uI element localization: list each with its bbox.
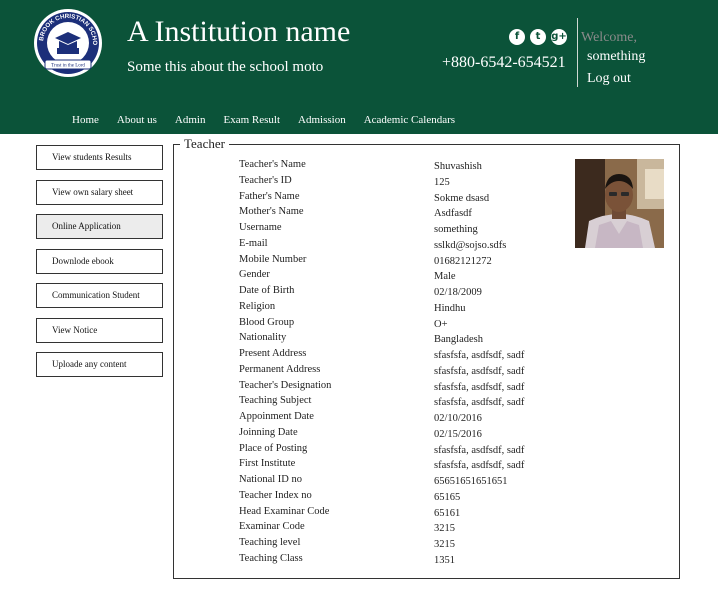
- detail-label: Teaching Class: [239, 552, 303, 564]
- header-divider: [577, 18, 578, 87]
- detail-value: sfasfsfa, asdfsdf, sadf: [434, 444, 525, 456]
- detail-label: Nationality: [239, 332, 287, 344]
- detail-label: Joinning Date: [239, 426, 298, 438]
- detail-value: Shuvashish: [434, 161, 482, 172]
- detail-value: Male: [434, 271, 456, 283]
- detail-value: sfasfsfa, asdfsdf, sadf: [434, 365, 525, 377]
- detail-value: Bangladesh: [434, 334, 483, 346]
- detail-value: 01682121272: [434, 255, 492, 267]
- detail-value: 02/10/2016: [434, 413, 482, 424]
- detail-value: sfasfsfa, asdfsdf, sadf: [434, 381, 525, 393]
- sidebar-item-online-application[interactable]: Online Application: [36, 214, 163, 239]
- detail-label: Teacher's ID: [239, 174, 292, 186]
- detail-label: Religion: [239, 300, 276, 312]
- username-display: something: [587, 49, 646, 64]
- detail-label: Teacher's Designation: [239, 379, 332, 391]
- social-links: f t g+: [509, 29, 567, 45]
- sidebar-item-view-own-salary-sheet[interactable]: View own salary sheet: [36, 179, 163, 205]
- detail-label: Teaching Subject: [239, 395, 312, 407]
- school-logo: SEABROOK CHRISTIAN SCHOOL Trust in the L…: [33, 8, 102, 77]
- detail-label: Teacher's Name: [239, 159, 306, 170]
- teacher-photo: [575, 159, 664, 248]
- welcome-text: Welcome,: [581, 30, 638, 45]
- detail-value: 125: [434, 176, 450, 188]
- detail-value: sfasfsfa, asdfsdf, sadf: [434, 397, 525, 409]
- nav-item-about-us[interactable]: About us: [117, 113, 157, 127]
- detail-value: sslkd@sojso.sdfs: [434, 239, 507, 251]
- facebook-icon[interactable]: f: [509, 29, 525, 45]
- detail-value: 65165: [434, 491, 461, 503]
- detail-label: Username: [239, 222, 282, 233]
- nav-item-admin[interactable]: Admin: [175, 113, 206, 127]
- detail-value: 65651651651651: [434, 476, 508, 487]
- detail-label: Teaching level: [239, 537, 301, 548]
- detail-label: Appoinment Date: [239, 411, 314, 422]
- sidebar-item-view-students-results[interactable]: View students Results: [36, 145, 163, 170]
- detail-label: Gender: [239, 269, 270, 281]
- logo-banner-text: Trust in the Lord: [51, 64, 85, 69]
- detail-label: Mother's Name: [239, 206, 304, 218]
- detail-label: Date of Birth: [239, 285, 295, 296]
- detail-label: Place of Posting: [239, 442, 308, 454]
- detail-label: Permanent Address: [239, 363, 321, 375]
- detail-label: First Institute: [239, 458, 296, 470]
- detail-value: 3215: [434, 539, 455, 550]
- school-moto: Some this about the school moto: [127, 59, 324, 75]
- detail-label: Blood Group: [239, 316, 295, 328]
- twitter-icon[interactable]: t: [530, 29, 546, 45]
- nav-item-academic-calendars[interactable]: Academic Calendars: [364, 113, 455, 127]
- logout-link[interactable]: Log out: [587, 70, 631, 88]
- detail-value: 65161: [434, 507, 461, 519]
- nav-item-home[interactable]: Home: [72, 113, 99, 127]
- detail-value: sfasfsfa, asdfsdf, sadf: [434, 350, 525, 361]
- sidebar-item-downlode-ebook[interactable]: Downlode ebook: [36, 248, 163, 274]
- detail-label: National ID no: [239, 474, 302, 485]
- detail-label: Examinar Code: [239, 521, 305, 533]
- detail-label: E-mail: [239, 237, 268, 249]
- main-nav: Home About us Admin Exam Result Admissio…: [72, 113, 473, 127]
- detail-value: O+: [434, 318, 448, 330]
- site-header: SEABROOK CHRISTIAN SCHOOL Trust in the L…: [0, 0, 718, 134]
- nav-item-admission[interactable]: Admission: [298, 113, 346, 127]
- detail-value: 3215: [434, 523, 455, 535]
- teacher-legend: Teacher: [180, 136, 229, 152]
- detail-label: Teacher Index no: [239, 489, 312, 501]
- detail-value: 02/15/2016: [434, 428, 482, 440]
- nav-item-exam-result[interactable]: Exam Result: [223, 113, 280, 127]
- detail-value: sfasfsfa, asdfsdf, sadf: [434, 460, 525, 472]
- detail-value: Sokme dsasd: [434, 192, 490, 204]
- sidebar-item-view-notice[interactable]: View Notice: [36, 317, 163, 343]
- detail-label: Father's Name: [239, 190, 300, 202]
- detail-value: Hindhu: [434, 302, 466, 314]
- detail-value: 1351: [434, 554, 455, 566]
- sidebar-item-uploade-any-content[interactable]: Uploade any content: [36, 352, 163, 377]
- detail-value: Asdfasdf: [434, 208, 472, 220]
- detail-label: Head Examinar Code: [239, 505, 330, 517]
- sidebar-item-communication-student[interactable]: Communication Student: [36, 283, 163, 308]
- google-plus-icon[interactable]: g+: [551, 29, 567, 45]
- institution-name: A Institution name: [127, 15, 351, 48]
- sidebar: View students Results View own salary sh…: [36, 145, 163, 387]
- detail-label: Mobile Number: [239, 253, 307, 265]
- detail-label: Present Address: [239, 348, 307, 359]
- detail-value: 02/18/2009: [434, 287, 482, 298]
- phone-number: +880-6542-654521: [442, 54, 566, 71]
- detail-value: something: [434, 224, 478, 235]
